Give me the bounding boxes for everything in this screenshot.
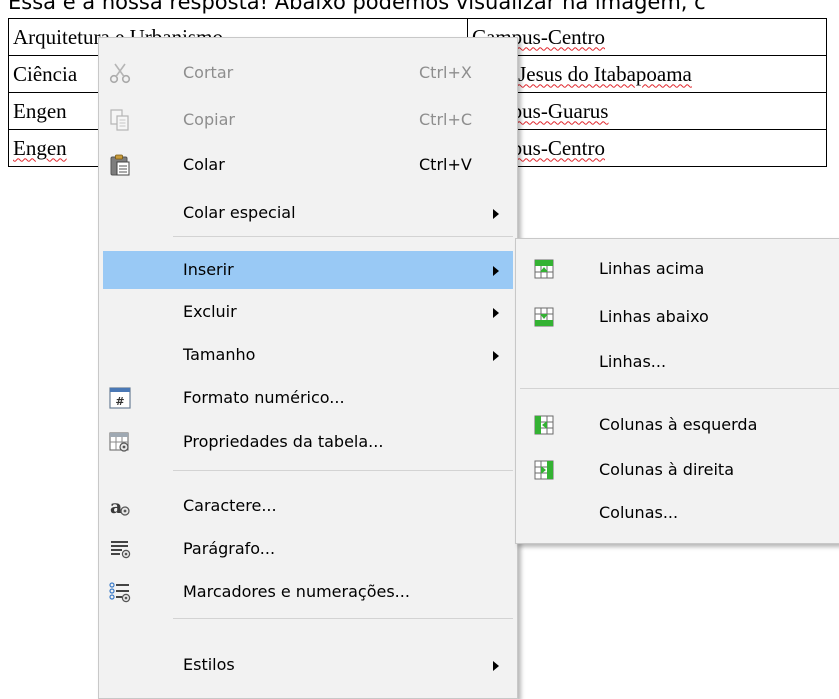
document-intro-text: Essa é a nossa resposta! Abaixo podemos … — [8, 0, 706, 14]
number-format-icon: # — [108, 386, 132, 410]
menu-item-label: Estilos — [183, 655, 235, 674]
svg-text:#: # — [115, 395, 124, 408]
menu-item-number-format[interactable]: # Formato numérico... — [103, 379, 513, 417]
menu-item-label: Colar — [183, 155, 225, 174]
menu-item-character[interactable]: a Caractere... — [103, 487, 513, 525]
submenu-item-columns-left[interactable]: Colunas à esquerda — [520, 406, 839, 444]
menu-item-delete[interactable]: Excluir — [103, 293, 513, 331]
submenu-item-label: Linhas abaixo — [599, 307, 709, 326]
insert-submenu: Linhas acima Linhas abaixo Linhas... Col… — [515, 238, 839, 544]
menu-item-shortcut: Ctrl+X — [419, 63, 472, 82]
submenu-item-rows-above[interactable]: Linhas acima — [520, 250, 839, 288]
menu-item-label: Colar especial — [183, 203, 296, 222]
menu-item-paste[interactable]: Colar Ctrl+V — [103, 146, 513, 184]
table-cell-campus[interactable]: Bom Jesus do Itabapoama — [467, 55, 827, 93]
menu-item-label: Marcadores e numerações... — [183, 582, 410, 601]
menu-item-copy[interactable]: Copiar Ctrl+C — [103, 101, 513, 139]
copy-icon — [108, 108, 132, 132]
menu-separator — [173, 618, 513, 619]
submenu-item-label: Linhas acima — [599, 259, 705, 278]
menu-item-label: Propriedades da tabela... — [183, 432, 384, 451]
bullets-numbering-icon — [108, 580, 132, 604]
submenu-item-rows-below[interactable]: Linhas abaixo — [520, 298, 839, 336]
insert-columns-right-icon — [532, 458, 556, 482]
table-cell-campus[interactable]: Campus-Centro — [467, 129, 827, 167]
insert-rows-below-icon — [532, 305, 556, 329]
submenu-item-label: Colunas à direita — [599, 460, 734, 479]
submenu-item-rows[interactable]: Linhas... — [520, 343, 839, 381]
submenu-arrow-icon — [493, 661, 499, 671]
svg-text:a: a — [110, 496, 122, 518]
menu-item-shortcut: Ctrl+V — [419, 155, 472, 174]
menu-item-styles[interactable]: Estilos — [103, 646, 513, 684]
menu-item-shortcut: Ctrl+C — [419, 110, 473, 129]
menu-item-insert[interactable]: Inserir — [103, 251, 513, 289]
insert-columns-left-icon — [532, 413, 556, 437]
menu-item-label: Inserir — [183, 260, 234, 279]
menu-item-cut[interactable]: Cortar Ctrl+X — [103, 54, 513, 92]
context-menu: Cortar Ctrl+X Copiar Ctrl+C Colar Ctrl+V… — [98, 37, 518, 699]
menu-item-label: Copiar — [183, 110, 235, 129]
submenu-arrow-icon — [493, 308, 499, 318]
menu-item-paragraph[interactable]: Parágrafo... — [103, 530, 513, 568]
submenu-item-label: Colunas... — [599, 503, 679, 522]
insert-rows-above-icon — [532, 257, 556, 281]
submenu-item-label: Linhas... — [599, 352, 667, 371]
submenu-item-columns-right[interactable]: Colunas à direita — [520, 451, 839, 489]
table-cell-campus[interactable]: Campus-Guarus — [467, 92, 827, 130]
menu-item-size[interactable]: Tamanho — [103, 336, 513, 374]
menu-item-label: Caractere... — [183, 496, 277, 515]
menu-separator — [173, 236, 513, 237]
menu-item-label: Cortar — [183, 63, 234, 82]
table-properties-icon — [108, 430, 132, 454]
menu-item-label: Formato numérico... — [183, 388, 345, 407]
character-icon: a — [108, 494, 132, 518]
paste-icon — [108, 153, 132, 177]
submenu-arrow-icon — [493, 209, 499, 219]
menu-item-paste-special[interactable]: Colar especial — [103, 194, 513, 232]
scissors-icon — [108, 61, 132, 85]
paragraph-icon — [108, 537, 132, 561]
submenu-item-label: Colunas à esquerda — [599, 415, 758, 434]
menu-item-bullets-numbering[interactable]: Marcadores e numerações... — [103, 573, 513, 611]
menu-item-label: Parágrafo... — [183, 539, 276, 558]
menu-item-table-properties[interactable]: Propriedades da tabela... — [103, 423, 513, 461]
menu-item-label: Excluir — [183, 302, 237, 321]
submenu-item-columns[interactable]: Colunas... — [520, 494, 839, 532]
menu-separator — [520, 388, 839, 389]
submenu-arrow-icon — [493, 351, 499, 361]
menu-separator — [173, 470, 513, 471]
table-cell-campus[interactable]: Campus-Centro — [467, 18, 827, 56]
menu-item-label: Tamanho — [183, 345, 256, 364]
submenu-arrow-icon — [493, 266, 499, 276]
